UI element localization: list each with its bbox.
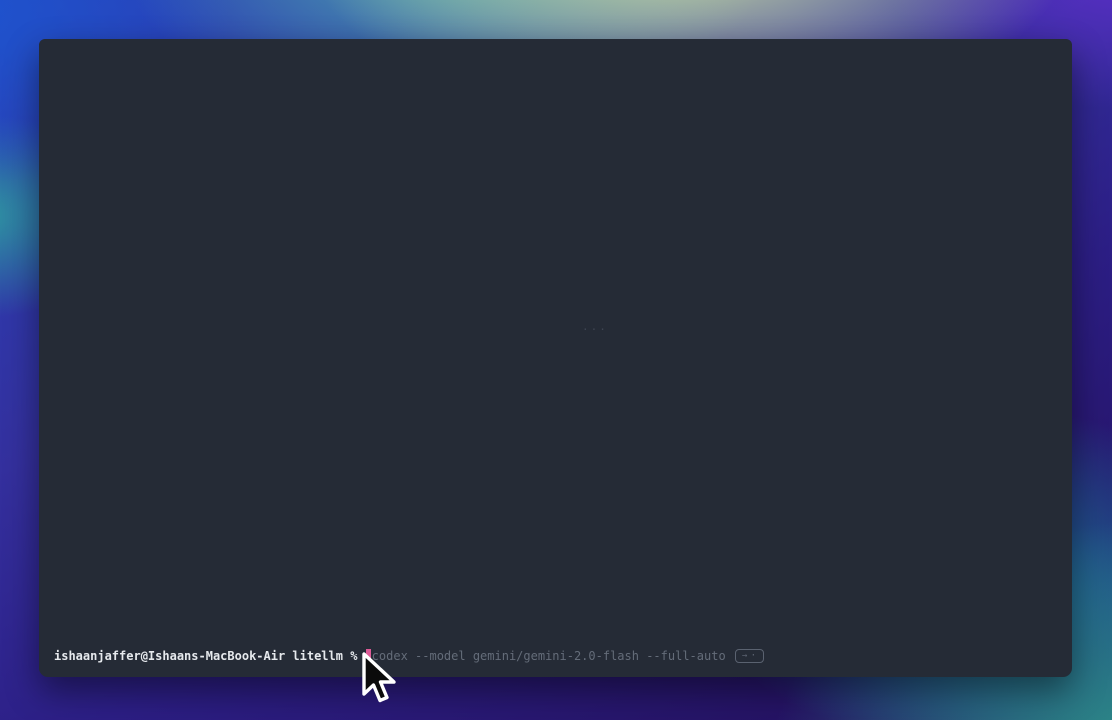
shell-prompt-text: ishaanjaffer@Ishaans-MacBook-Air litellm…: [54, 648, 365, 664]
command-suggestion-text: codex --model gemini/gemini-2.0-flash --…: [372, 648, 726, 664]
terminal-window[interactable]: ··· ishaanjaffer@Ishaans-MacBook-Air lit…: [39, 39, 1072, 677]
autocomplete-hint-badge: →·: [735, 649, 764, 663]
text-cursor-caret: [366, 649, 371, 664]
right-arrow-icon: →: [742, 650, 747, 662]
dot-icon: ·: [750, 650, 756, 662]
loading-dots: ···: [582, 323, 608, 336]
terminal-prompt-line[interactable]: ishaanjaffer@Ishaans-MacBook-Air litellm…: [54, 648, 764, 664]
